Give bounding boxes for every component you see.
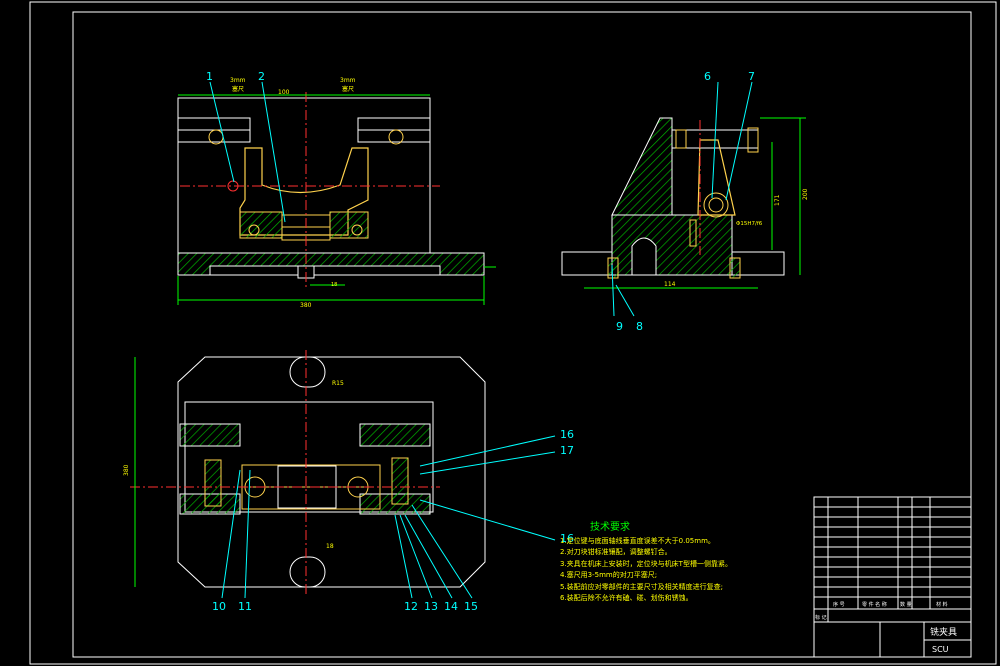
callout-12: 12 <box>404 600 418 613</box>
dim-plan-slot-bot: 18 <box>326 543 334 550</box>
callout-16a: 16 <box>560 428 574 441</box>
tech-note-item: 3.夹具在机床上安装时，定位块与机床T型槽一侧靠紧。 <box>560 559 732 568</box>
tech-note-item: 4.塞尺用3-5mm的对刀平塞尺; <box>560 571 658 579</box>
callout-10: 10 <box>212 600 226 613</box>
side-view: 171 200 114 Φ15H7/f6 6 7 9 8 <box>561 70 809 333</box>
tb-col-name: 零 件 名 称 <box>862 601 887 608</box>
callout-15: 15 <box>464 600 478 613</box>
dim-side-base: 114 <box>664 281 676 288</box>
callout-13: 13 <box>424 600 438 613</box>
callout-17: 17 <box>560 444 574 457</box>
tb-col-qty: 数 量 <box>900 601 912 608</box>
callout-1: 1 <box>206 70 213 83</box>
cad-drawing: 100 380 18 3mm 塞尺 3mm 塞尺 1 2 171 200 114… <box>29 1 997 665</box>
callout-9: 9 <box>616 320 623 333</box>
tech-notes-heading: 技术要求 <box>590 522 630 533</box>
dim-front-small: 18 <box>331 282 337 288</box>
dim-gauge-left-2: 塞尺 <box>232 85 244 93</box>
dim-front-top: 100 <box>278 89 290 96</box>
outer-frame <box>29 1 997 665</box>
inner-frame <box>72 11 972 658</box>
tech-note-item: 2.对刀块钳标准镶配，调整螺钉合。 <box>560 548 672 556</box>
callout-2: 2 <box>258 70 265 83</box>
tb-col-material: 材 料 <box>936 601 948 608</box>
front-view: 100 380 18 3mm 塞尺 3mm 塞尺 1 2 <box>177 70 496 309</box>
title-block: 标 记 序 号 零 件 名 称 数 量 材 料 铣夹具 SCU <box>813 496 972 658</box>
dim-gauge-right-2: 塞尺 <box>342 85 354 93</box>
dim-side-h1: 171 <box>774 194 781 206</box>
callout-14: 14 <box>444 600 458 613</box>
dim-plan-height: 380 <box>123 464 130 476</box>
callout-7: 7 <box>748 70 755 83</box>
dim-side-h2: 200 <box>802 188 809 200</box>
dim-front-width: 380 <box>300 302 312 309</box>
dim-gauge-right: 3mm <box>340 77 356 84</box>
dim-side-fit: Φ15H7/f6 <box>736 221 763 227</box>
tech-note-item: 5.装配前应对零部件的主要尺寸及相关精度进行复查; <box>560 582 724 591</box>
tb-row-sign: 标 记 <box>815 614 827 621</box>
plan-view: 380 R15 18 16 17 16 10 11 12 13 14 15 <box>123 350 574 613</box>
dim-plan-slot-top: R15 <box>332 380 344 387</box>
tech-note-item: 6.装配后除不允许有磕、碰、划伤和锈蚀。 <box>560 594 693 602</box>
callout-6: 6 <box>704 70 711 83</box>
tb-school: SCU <box>932 645 949 654</box>
callout-8: 8 <box>636 320 643 333</box>
callout-11: 11 <box>238 600 252 613</box>
dim-gauge-left: 3mm <box>230 77 246 84</box>
tb-part-name: 铣夹具 <box>930 626 957 638</box>
tech-note-item: 1.定位键与底面轴线垂直度误差不大于0.05mm。 <box>560 536 715 545</box>
tb-col-seq: 序 号 <box>833 601 845 608</box>
technical-requirements: 技术要求 1.定位键与底面轴线垂直度误差不大于0.05mm。 2.对刀块钳标准镶… <box>560 522 810 605</box>
